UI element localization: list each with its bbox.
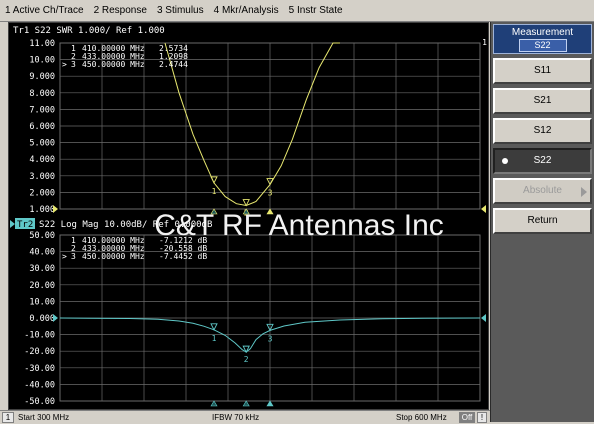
softkey-return-button[interactable]: Return xyxy=(493,208,592,234)
softkey-label: S12 xyxy=(533,125,552,136)
stimulus-marker-icon xyxy=(210,400,218,407)
trace-display: 11.00 10.00 9.000 8.000 7.000 6.000 5.000 4.000… xyxy=(8,22,489,410)
menu-bar: 1 Active Ch/Trace 2 Response 3 Stimulus 4 M… xyxy=(0,0,594,22)
softkey-s21-button[interactable]: S21 xyxy=(493,88,592,114)
submenu-arrow-icon xyxy=(581,187,587,197)
trace1-end-marker: 1 xyxy=(482,38,487,47)
softkey-s22-button[interactable]: S22 xyxy=(493,148,592,174)
y-tick-label: -10.00 xyxy=(24,331,55,341)
softkey-title-box: Measurement S22 xyxy=(493,24,592,54)
y-tick-label: 20.00 xyxy=(29,281,55,291)
alert-indicator: ! xyxy=(477,412,487,423)
marker-number-label: 3 xyxy=(268,334,273,343)
stimulus-marker-icon xyxy=(266,400,274,407)
y-tick-label: 10.00 xyxy=(29,297,55,307)
y-tick-label: 4.000 xyxy=(29,155,55,165)
menu-item-3[interactable]: 3 Stimulus xyxy=(152,0,209,22)
softkey-panel: Measurement S22 S11 S21 S12 S22 Absolute Retu… xyxy=(490,22,594,422)
y-tick-label: 6.000 xyxy=(29,122,55,132)
marker-readout-frequency: 450.00000 MHz xyxy=(82,252,145,261)
marker-number-label: 3 xyxy=(268,189,273,198)
reference-level-right-icon xyxy=(481,314,486,322)
active-trace-arrow-icon xyxy=(10,220,15,228)
marker-readout-frequency: 450.00000 MHz xyxy=(82,60,145,69)
softkey-title: Measurement xyxy=(511,27,574,38)
marker-number-label: 1 xyxy=(212,187,217,196)
reference-level-right-icon xyxy=(481,205,486,213)
y-tick-label: 5.000 xyxy=(29,139,55,149)
softkey-current-value: S22 xyxy=(518,39,567,52)
stimulus-marker-icon xyxy=(242,400,250,407)
y-tick-label: -40.00 xyxy=(24,380,55,390)
y-tick-label: 2.000 xyxy=(29,188,55,198)
y-tick-label: 1.000 xyxy=(29,205,55,215)
menu-item-2[interactable]: 2 Response xyxy=(89,0,152,22)
status-bar: 1 Start 300 MHz IFBW 70 kHz Stop 600 MHz… xyxy=(0,410,490,424)
marker-active-prefix: > xyxy=(62,252,67,261)
y-tick-label: 8.000 xyxy=(29,89,55,99)
ifbw-readout[interactable]: IFBW 70 kHz xyxy=(212,412,259,424)
softkey-label: S21 xyxy=(533,95,552,106)
y-tick-label: -20.00 xyxy=(24,347,55,357)
channel-indicator[interactable]: 1 xyxy=(2,412,14,423)
marker-readout-value: -7.4452 dB xyxy=(159,252,207,261)
y-tick-label: 11.00 xyxy=(29,39,55,49)
y-tick-label: 40.00 xyxy=(29,248,55,258)
y-tick-label: 3.000 xyxy=(29,172,55,182)
reference-level-left-icon xyxy=(53,314,58,322)
stop-frequency[interactable]: Stop 600 MHz xyxy=(396,412,447,424)
menu-item-1[interactable]: 1 Active Ch/Trace xyxy=(0,0,89,22)
marker-triangle-icon xyxy=(210,176,218,184)
marker-readout-value: 2.4744 xyxy=(159,60,188,69)
softkey-label: Absolute xyxy=(523,185,562,196)
y-tick-label: -50.00 xyxy=(24,397,55,407)
y-tick-label: 50.00 xyxy=(29,231,55,241)
off-badge[interactable]: Off xyxy=(459,412,475,423)
bottom-strip xyxy=(0,424,594,436)
softkey-label: S11 xyxy=(533,65,552,76)
softkey-label: S22 xyxy=(533,155,552,166)
marker-active-prefix: > xyxy=(62,60,67,69)
marker-readout-id: 3 xyxy=(71,60,76,69)
trace-plot: 11.00 10.00 9.000 8.000 7.000 6.000 5.000 4.000… xyxy=(10,26,487,407)
softkey-s11-button[interactable]: S11 xyxy=(493,58,592,84)
reference-level-left-icon xyxy=(53,205,58,213)
y-tick-label: 9.000 xyxy=(29,72,55,82)
trace2-label: Tr2 xyxy=(17,220,33,230)
softkey-absolute-button[interactable]: Absolute xyxy=(493,178,592,204)
trace-line-1 xyxy=(164,42,340,207)
menu-item-5[interactable]: 5 Instr State xyxy=(284,0,348,22)
menu-item-4[interactable]: 4 Mkr/Analysis xyxy=(209,0,284,22)
marker-number-label: 1 xyxy=(212,334,217,343)
watermark-text: C&T RF Antennas Inc xyxy=(154,209,444,242)
y-tick-label: 30.00 xyxy=(29,264,55,274)
softkey-s12-button[interactable]: S12 xyxy=(493,118,592,144)
start-frequency[interactable]: Start 300 MHz xyxy=(18,412,69,424)
marker-readout-id: 3 xyxy=(71,252,76,261)
softkey-label: Return xyxy=(527,215,558,226)
trace1-header: Tr1 S22 SWR 1.000/ Ref 1.000 xyxy=(13,26,165,36)
y-tick-label: 0.000 xyxy=(29,314,55,324)
y-tick-label: -30.00 xyxy=(24,364,55,374)
y-tick-label: 10.00 xyxy=(29,56,55,66)
selected-radio-icon xyxy=(502,158,508,164)
marker-number-label: 2 xyxy=(244,355,249,364)
y-tick-label: 7.000 xyxy=(29,105,55,115)
